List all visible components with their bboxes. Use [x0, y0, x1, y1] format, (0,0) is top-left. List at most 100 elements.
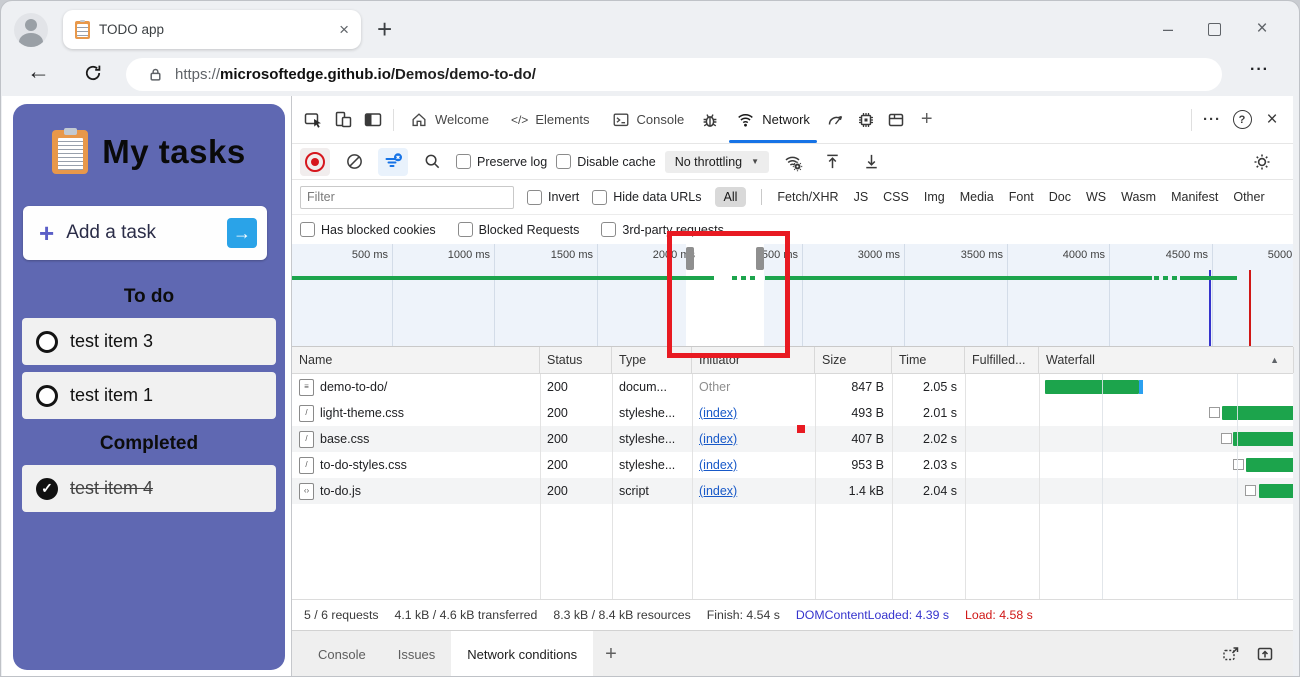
devtools-menu-button[interactable]: ··· — [1197, 106, 1227, 134]
column-header-status[interactable]: Status — [540, 347, 612, 373]
back-button[interactable]: ← — [27, 58, 50, 85]
network-activity-line — [292, 276, 714, 280]
task-item[interactable]: ✓test item 4 — [22, 465, 276, 512]
network-activity-line — [1180, 276, 1237, 280]
task-checkbox[interactable]: ✓ — [36, 478, 58, 500]
drawer-tab-network-conditions[interactable]: Network conditions — [451, 631, 593, 677]
hide-data-urls-checkbox[interactable]: Hide data URLs — [592, 190, 701, 205]
table-row[interactable]: /base.css200styleshe...(index)407 B2.02 … — [292, 426, 1293, 452]
column-header-fulfilled[interactable]: Fulfilled... — [965, 347, 1039, 373]
filter-type-css[interactable]: CSS — [883, 190, 909, 204]
tab-console[interactable]: Console — [601, 96, 696, 143]
table-row[interactable]: /light-theme.css200styleshe...(index)493… — [292, 400, 1293, 426]
waterfall-gridline — [1237, 374, 1238, 599]
initiator-link[interactable]: (index) — [699, 400, 737, 426]
memory-button[interactable] — [851, 106, 881, 134]
tab-welcome-label: Welcome — [435, 112, 489, 127]
profile-avatar[interactable] — [14, 13, 48, 47]
browser-menu-button[interactable]: ··· — [1250, 61, 1269, 79]
tab-elements[interactable]: </> Elements — [500, 96, 601, 143]
add-task-input[interactable]: + Add a task → — [23, 206, 267, 260]
expand-panel-button[interactable] — [1255, 644, 1275, 664]
search-button[interactable] — [417, 148, 447, 176]
throttling-dropdown[interactable]: No throttling ▼ — [665, 151, 769, 173]
task-checkbox[interactable] — [36, 331, 58, 353]
filter-input[interactable] — [300, 186, 514, 209]
request-name-cell: ‹›to-do.js — [292, 478, 540, 504]
filter-type-js[interactable]: JS — [854, 190, 869, 204]
network-conditions-button[interactable] — [778, 148, 808, 176]
undock-drawer-button[interactable] — [1221, 644, 1241, 664]
disable-cache-checkbox[interactable]: Disable cache — [556, 154, 656, 169]
reload-button[interactable] — [83, 63, 103, 83]
performance-button[interactable] — [821, 106, 851, 134]
timeline-selection-left-handle[interactable] — [686, 247, 694, 270]
tab-welcome[interactable]: Welcome — [399, 96, 500, 143]
filter-type-media[interactable]: Media — [960, 190, 994, 204]
column-header-time[interactable]: Time — [892, 347, 965, 373]
clear-network-log-button[interactable] — [339, 148, 369, 176]
application-button[interactable] — [881, 106, 911, 134]
filter-type-other[interactable]: Other — [1233, 190, 1264, 204]
tab-network[interactable]: Network — [725, 96, 821, 143]
column-header-initiator[interactable]: Initiator — [692, 347, 815, 373]
search-icon — [423, 152, 442, 171]
filter-checkbox--rd-party-requests[interactable]: 3rd-party requests — [601, 222, 723, 237]
import-har-button[interactable] — [817, 148, 847, 176]
preserve-log-checkbox[interactable]: Preserve log — [456, 154, 547, 169]
new-tab-button[interactable]: + — [377, 14, 392, 45]
filter-type-doc[interactable]: Doc — [1049, 190, 1071, 204]
drawer-tab-issues[interactable]: Issues — [382, 631, 452, 677]
timeline-overview[interactable]: 500 ms1000 ms1500 ms2000 ms2500 ms3000 m… — [292, 244, 1293, 347]
add-task-submit-button[interactable]: → — [227, 218, 257, 248]
filter-type-font[interactable]: Font — [1009, 190, 1034, 204]
filter-toggle-button[interactable] — [378, 148, 408, 176]
invert-checkbox[interactable]: Invert — [527, 190, 579, 205]
table-row[interactable]: ≡demo-to-do/200docum...Other847 B2.05 s — [292, 374, 1293, 400]
performance-gauge-icon — [826, 110, 846, 130]
column-header-size[interactable]: Size — [815, 347, 892, 373]
record-network-log-button[interactable] — [300, 148, 330, 176]
task-checkbox[interactable] — [36, 385, 58, 407]
inspect-element-button[interactable] — [298, 106, 328, 134]
undock-icon — [1221, 644, 1241, 664]
filter-type-manifest[interactable]: Manifest — [1171, 190, 1218, 204]
drawer-tab-console[interactable]: Console — [302, 631, 382, 677]
devtools-help-button[interactable]: ? — [1227, 106, 1257, 134]
timeline-selection-right-handle[interactable] — [756, 247, 764, 270]
window-minimize-button[interactable]: – — [1153, 17, 1183, 41]
filter-checkbox-has-blocked-cookies[interactable]: Has blocked cookies — [300, 222, 436, 237]
export-har-button[interactable] — [856, 148, 886, 176]
browser-tab[interactable]: TODO app × — [63, 10, 361, 49]
column-header-name[interactable]: Name — [292, 347, 540, 373]
filter-type-wasm[interactable]: Wasm — [1121, 190, 1156, 204]
column-header-waterfall[interactable]: Waterfall▲ — [1039, 347, 1294, 373]
clear-icon — [345, 152, 364, 171]
task-item[interactable]: test item 3 — [22, 318, 276, 365]
network-settings-button[interactable] — [1247, 148, 1277, 176]
table-row[interactable]: /to-do-styles.css200styleshe...(index)95… — [292, 452, 1293, 478]
initiator-link[interactable]: (index) — [699, 452, 737, 478]
url-bar[interactable]: https://microsoftedge.github.io/Demos/de… — [126, 58, 1222, 91]
filter-type-all[interactable]: All — [715, 187, 747, 207]
add-panel-button[interactable]: + — [911, 108, 943, 131]
focus-mode-button[interactable] — [358, 106, 388, 134]
filter-type-fetchxhr[interactable]: Fetch/XHR — [777, 190, 838, 204]
size-cell: 493 B — [815, 400, 892, 426]
filter-type-img[interactable]: Img — [924, 190, 945, 204]
filter-checkbox-blocked-requests[interactable]: Blocked Requests — [458, 222, 580, 237]
window-close-button[interactable]: × — [1247, 17, 1277, 41]
window-maximize-button[interactable] — [1199, 17, 1229, 41]
devtools-close-button[interactable]: × — [1257, 106, 1287, 134]
task-item[interactable]: test item 1 — [22, 372, 276, 419]
column-header-type[interactable]: Type — [612, 347, 692, 373]
tab-close-icon[interactable]: × — [339, 21, 349, 38]
initiator-link[interactable]: (index) — [699, 426, 737, 452]
drawer-add-tab-button[interactable]: + — [593, 643, 629, 666]
request-name: light-theme.css — [320, 400, 404, 426]
debug-bug-button[interactable] — [695, 106, 725, 134]
table-row[interactable]: ‹›to-do.js200script(index)1.4 kB2.04 s — [292, 478, 1293, 504]
device-toolbar-button[interactable] — [328, 106, 358, 134]
filter-type-ws[interactable]: WS — [1086, 190, 1106, 204]
initiator-link[interactable]: (index) — [699, 478, 737, 504]
